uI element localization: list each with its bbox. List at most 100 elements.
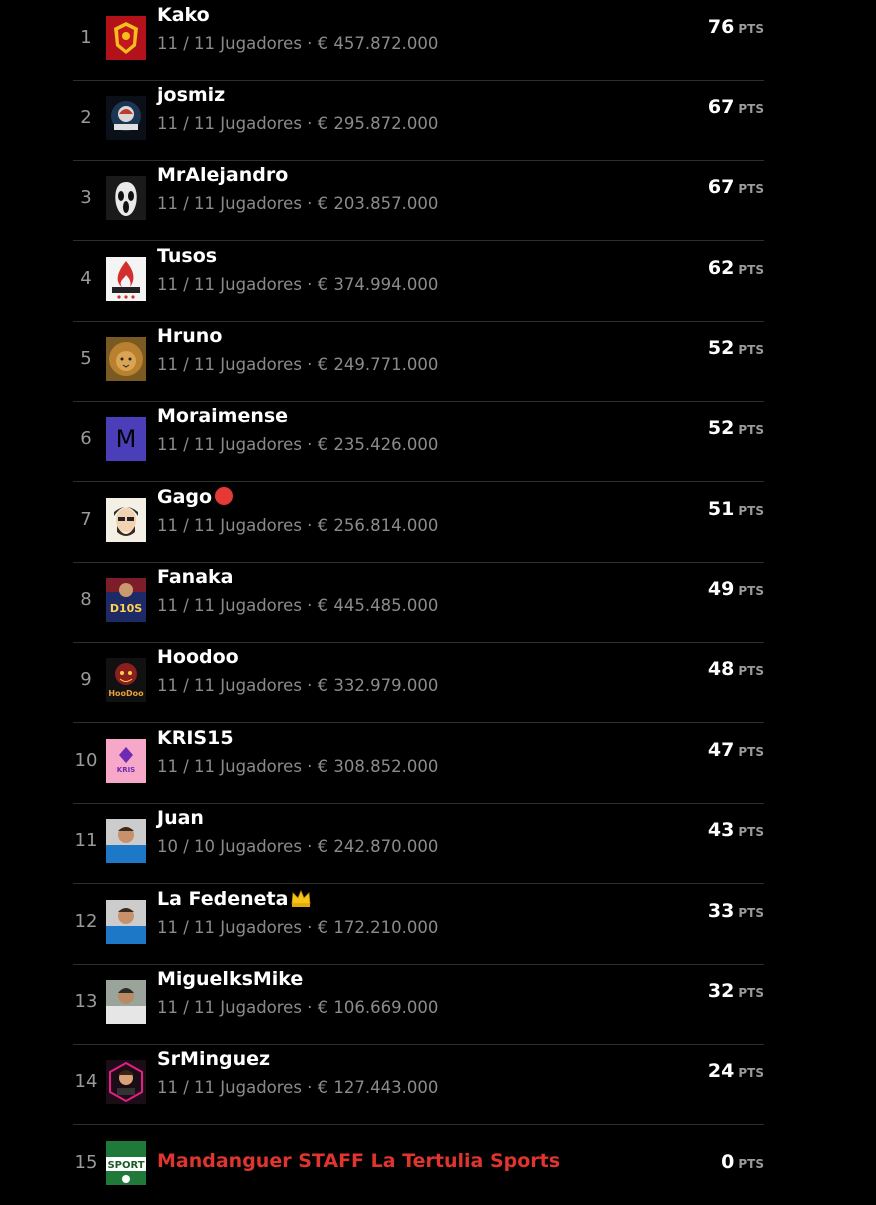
points: 52 PTS xyxy=(708,417,764,439)
manager-name: Moraimense xyxy=(157,405,288,427)
rank-number: 10 xyxy=(74,750,98,771)
points-value: 33 xyxy=(707,900,735,922)
manager-name-text: MiguelksMike xyxy=(157,968,304,990)
points-value: 47 xyxy=(707,739,735,761)
points-value: 32 xyxy=(707,980,735,1002)
points: 47 PTS xyxy=(708,739,764,761)
manager-name: MrAlejandro xyxy=(157,164,288,186)
manager-name-text: Fanaka xyxy=(157,566,234,588)
ranking-row[interactable]: 10 KRIS KRIS15 11 / 11 Jugadores · € 308… xyxy=(73,723,764,804)
rank-number: 2 xyxy=(80,107,92,128)
team-summary: 11 / 11 Jugadores · € 249.771.000 xyxy=(157,355,439,374)
manager-name-text: Kako xyxy=(157,4,210,26)
points: 32 PTS xyxy=(708,980,764,1002)
team-summary: 11 / 11 Jugadores · € 203.857.000 xyxy=(157,194,439,213)
cartoon-face-avatar xyxy=(106,498,146,542)
manager-name-text: Mandanguer STAFF La Tertulia Sports xyxy=(157,1150,561,1172)
player-photo-avatar xyxy=(106,819,146,863)
points-unit: PTS xyxy=(738,102,764,116)
rank-number: 11 xyxy=(74,830,98,851)
team-summary: 11 / 11 Jugadores · € 172.210.000 xyxy=(157,918,439,937)
ranking-row[interactable]: 6 M Moraimense 11 / 11 Jugadores · € 235… xyxy=(73,401,764,482)
rank-number: 5 xyxy=(80,348,92,369)
points: 62 PTS xyxy=(708,257,764,279)
svg-text:SPORT: SPORT xyxy=(107,1160,144,1171)
points-value: 49 xyxy=(707,578,735,600)
points-value: 24 xyxy=(707,1060,735,1082)
points: 33 PTS xyxy=(708,900,764,922)
ranking-row[interactable]: 12 La Fedeneta 11 / 11 Jugadores · € 172… xyxy=(73,884,764,965)
points: 51 PTS xyxy=(708,498,764,520)
rank-number: 1 xyxy=(80,27,92,48)
ranking-row[interactable]: 15 SPORT Mandanguer STAFF La Tertulia Sp… xyxy=(73,1125,764,1205)
points-unit: PTS xyxy=(738,263,764,277)
team-summary: 10 / 10 Jugadores · € 242.870.000 xyxy=(157,837,439,856)
points-unit: PTS xyxy=(738,1066,764,1080)
team-summary: 11 / 11 Jugadores · € 235.426.000 xyxy=(157,435,439,454)
points: 49 PTS xyxy=(708,578,764,600)
ranking-row[interactable]: 5 Hruno 11 / 11 Jugadores · € 249.771.00… xyxy=(73,321,764,402)
team-summary: 11 / 11 Jugadores · € 374.994.000 xyxy=(157,275,439,294)
points-value: 43 xyxy=(707,819,735,841)
ranking-row[interactable]: 3 MrAlejandro 11 / 11 Jugadores · € 203.… xyxy=(73,160,764,241)
lion-avatar xyxy=(106,337,146,381)
manager-name-text: Gago xyxy=(157,486,213,508)
manager-name: Hoodoo xyxy=(157,646,239,668)
team-summary: 11 / 11 Jugadores · € 308.852.000 xyxy=(157,757,439,776)
rank-number: 4 xyxy=(80,268,92,289)
rank-number: 7 xyxy=(80,509,92,530)
manager-name-text: Hruno xyxy=(157,325,223,347)
manager-name-text: Juan xyxy=(157,807,204,829)
manager-name: Tusos xyxy=(157,245,217,267)
team-summary: 11 / 11 Jugadores · € 332.979.000 xyxy=(157,676,439,695)
avatar-letter: M xyxy=(106,417,146,461)
points: 48 PTS xyxy=(708,658,764,680)
points-value: 51 xyxy=(707,498,735,520)
points-unit: PTS xyxy=(738,906,764,920)
ranking-row[interactable]: 8 D10S Fanaka 11 / 11 Jugadores · € 445.… xyxy=(73,562,764,643)
points: 0 PTS xyxy=(721,1151,764,1173)
rank-number: 15 xyxy=(74,1152,98,1173)
team-summary: 11 / 11 Jugadores · € 445.485.000 xyxy=(157,596,439,615)
ranking-row[interactable]: 11 Juan 10 / 10 Jugadores · € 242.870.00… xyxy=(73,803,764,884)
ranking-row[interactable]: 13 MiguelksMike 11 / 11 Jugadores · € 10… xyxy=(73,964,764,1045)
manager-name-text: Moraimense xyxy=(157,405,289,427)
points-unit: PTS xyxy=(738,745,764,759)
ranking-row[interactable]: 1 Kako 11 / 11 Jugadores · € 457.872.000… xyxy=(73,0,764,81)
svg-text:D10S: D10S xyxy=(110,602,142,615)
points-value: 67 xyxy=(707,176,735,198)
ranking-row[interactable]: 2 josmiz 11 / 11 Jugadores · € 295.872.0… xyxy=(73,80,764,161)
ranking-row[interactable]: 4 Tusos 11 / 11 Jugadores · € 374.994.00… xyxy=(73,241,764,322)
manager-name: SrMinguez xyxy=(157,1048,270,1070)
portrait-hexagon-avatar xyxy=(106,1060,146,1104)
ranking-row[interactable]: 9 HooDoo Hoodoo 11 / 11 Jugadores · € 33… xyxy=(73,642,764,723)
manager-name-text: josmiz xyxy=(157,84,226,106)
manager-name: MiguelksMike xyxy=(157,968,303,990)
points-unit: PTS xyxy=(738,22,764,36)
manager-name: Gago xyxy=(157,486,234,511)
points-value: 67 xyxy=(707,96,735,118)
ranking-row[interactable]: 7 Gago 11 / 11 Jugadores · € 256.814.000… xyxy=(73,482,764,563)
points-unit: PTS xyxy=(738,986,764,1000)
points: 67 PTS xyxy=(708,176,764,198)
mascot-logo-avatar xyxy=(106,96,146,140)
team-summary: 11 / 11 Jugadores · € 256.814.000 xyxy=(157,516,439,535)
red-circle-icon xyxy=(214,486,234,511)
points-unit: PTS xyxy=(738,584,764,598)
points-value: 48 xyxy=(707,658,735,680)
rank-number: 14 xyxy=(74,1071,98,1092)
manager-name: KRIS15 xyxy=(157,727,234,749)
points-value: 52 xyxy=(707,417,735,439)
rank-number: 3 xyxy=(80,187,92,208)
ranking-row[interactable]: 14 SrMinguez 11 / 11 Jugadores · € 127.4… xyxy=(73,1044,764,1125)
rank-number: 13 xyxy=(74,991,98,1012)
manager-name: Hruno xyxy=(157,325,222,347)
manager-name: Kako xyxy=(157,4,210,26)
manager-name-text: KRIS15 xyxy=(157,727,234,749)
kris-logo-avatar: KRIS xyxy=(106,739,146,783)
points: 24 PTS xyxy=(708,1060,764,1082)
points: 52 PTS xyxy=(708,337,764,359)
manager-name: Juan xyxy=(157,807,204,829)
manager-name: Mandanguer STAFF La Tertulia Sports xyxy=(157,1150,560,1172)
manager-name-text: SrMinguez xyxy=(157,1048,271,1070)
